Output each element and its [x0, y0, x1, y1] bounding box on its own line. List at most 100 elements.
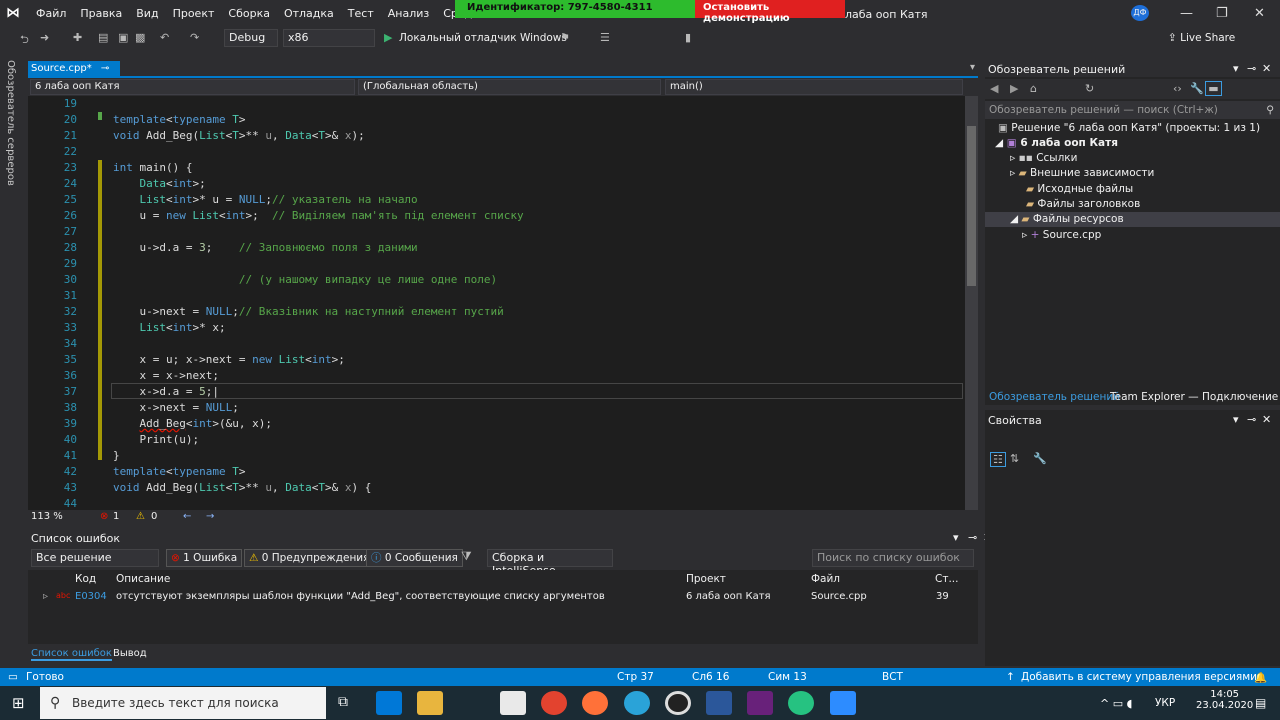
search-icon[interactable]: ⚲ — [1266, 101, 1274, 119]
se-back-icon[interactable]: ◀ — [990, 82, 998, 95]
menu-edit[interactable]: Правка — [80, 7, 122, 20]
solution-node[interactable]: ▣ Решение "6 лаба ооп Катя" (проекты: 1 … — [998, 121, 1260, 136]
menu-build[interactable]: Сборка — [228, 7, 270, 20]
panel-pin-icon[interactable]: ⊸ — [968, 531, 977, 544]
save-icon[interactable]: ▣ — [118, 31, 128, 44]
code-editor[interactable] — [28, 96, 965, 510]
expand-icon[interactable]: ▹ — [43, 591, 48, 602]
tree-item-external-deps[interactable]: ▹ ▰ Внешние зависимости — [1010, 166, 1154, 181]
action-center-icon[interactable]: ▤ — [1255, 696, 1266, 710]
live-share-button[interactable]: ⇪ Live Share — [1168, 32, 1235, 44]
alphabetical-icon[interactable]: ⇅ — [1010, 452, 1019, 465]
se-code-icon[interactable]: ‹› — [1173, 82, 1182, 95]
firefox-icon[interactable] — [582, 691, 608, 715]
config-dropdown[interactable]: Debug — [224, 29, 278, 47]
col-code[interactable]: Код — [75, 573, 96, 585]
toolbar-misc-icon[interactable]: ⚑ — [560, 31, 570, 44]
se-home-icon[interactable]: ⌂ — [1030, 82, 1037, 95]
se-sync-icon[interactable]: ↻ — [1085, 82, 1094, 95]
tray-icons[interactable]: ^ ▭ ◖ — [1100, 697, 1132, 710]
tab-team-explorer[interactable]: Team Explorer — Подключение — [1110, 391, 1278, 403]
menu-project[interactable]: Проект — [173, 7, 215, 20]
chrome-icon[interactable] — [541, 691, 567, 715]
maximize-icon[interactable]: ❐ — [1216, 6, 1228, 21]
se-menu-icon[interactable]: ▾ — [1233, 62, 1239, 75]
debugger-button[interactable]: Локальный отладчик Windows — [399, 32, 567, 44]
error-count-icon[interactable]: ⊗ — [100, 511, 108, 522]
tree-item-header-files[interactable]: ▰ Файлы заголовков — [1026, 197, 1140, 212]
collapse-icon[interactable]: ▹ — [1022, 229, 1027, 241]
tab-error-list[interactable]: Список ошибок — [31, 648, 112, 661]
tab-solution-explorer[interactable]: Обозреватель решений — [989, 391, 1120, 403]
panel-dropdown-icon[interactable]: ▾ — [953, 531, 959, 544]
redo-icon[interactable]: ↷ — [190, 31, 199, 44]
scope-dropdown[interactable]: Все решение — [31, 549, 159, 567]
telegram-icon[interactable] — [624, 691, 650, 715]
open-icon[interactable]: ▤ — [98, 31, 108, 44]
categorized-icon[interactable]: ☷ — [990, 452, 1006, 467]
menu-view[interactable]: Вид — [136, 7, 158, 20]
props-pin-icon[interactable]: ⊸ — [1247, 413, 1256, 426]
tree-item-source-files[interactable]: ▰ Исходные файлы — [1026, 182, 1133, 197]
col-line[interactable]: Ст... — [935, 573, 958, 585]
add-to-source-control[interactable]: Добавить в систему управления версиями — [1021, 671, 1257, 683]
expand-icon[interactable]: ◢ — [1010, 213, 1018, 225]
se-collapse-icon[interactable]: ▬ — [1205, 81, 1222, 96]
bookmark-icon[interactable]: ▮ — [685, 31, 691, 44]
member-dropdown[interactable]: main() — [665, 79, 963, 95]
taskbar-search-input[interactable]: ⚲ Введите здесь текст для поиска — [40, 687, 326, 719]
recorder-icon[interactable] — [665, 691, 691, 715]
windows-start-icon[interactable]: ⊞ — [12, 694, 25, 712]
zoom-icon[interactable] — [830, 691, 856, 715]
solution-search-input[interactable]: Обозреватель решений — поиск (Ctrl+ж) ⚲ — [985, 101, 1280, 119]
se-pin-icon[interactable]: ⊸ — [1247, 62, 1256, 75]
format-icon[interactable]: ☰ — [600, 31, 610, 44]
project-scope-dropdown[interactable]: 6 лаба ооп Катя — [30, 79, 355, 95]
stop-sharing-button[interactable]: Остановить демонстрацию — [695, 0, 845, 24]
server-explorer-tab[interactable]: Обозреватель серверов — [5, 60, 16, 186]
collapse-icon[interactable]: ▹ — [1010, 152, 1015, 164]
col-project[interactable]: Проект — [686, 573, 726, 585]
editor-scroll-thumb[interactable] — [967, 126, 976, 286]
visual-studio-icon[interactable] — [747, 691, 773, 715]
task-view-icon[interactable]: ⧉ — [338, 694, 348, 710]
language-indicator[interactable]: УКР — [1155, 697, 1175, 709]
user-avatar[interactable]: ДФ — [1131, 5, 1149, 21]
menu-test[interactable]: Тест — [348, 7, 374, 20]
zoom-level[interactable]: 113 % — [31, 511, 63, 522]
clock[interactable]: 14:05 23.04.2020 — [1196, 689, 1253, 711]
tree-item-resource-files[interactable]: ◢ ▰ Файлы ресурсов — [985, 212, 1280, 227]
file-explorer-icon[interactable] — [417, 691, 443, 715]
save-all-icon[interactable]: ▩ — [135, 31, 145, 44]
tree-item-source-cpp[interactable]: ▹ + Source.cpp — [1022, 228, 1101, 243]
props-menu-icon[interactable]: ▾ — [1233, 413, 1239, 426]
warnings-filter-button[interactable]: ⚠ 0 Предупреждения — [244, 549, 375, 567]
word-icon[interactable] — [706, 691, 732, 715]
table-row[interactable]: ▹ abc E0304 отсутствуют экземпляры шабло… — [28, 589, 978, 605]
tree-item-references[interactable]: ▹ ▪▪ Ссылки — [1010, 151, 1077, 166]
col-file[interactable]: Файл — [811, 573, 840, 585]
project-node[interactable]: ◢ ▣ 6 лаба ооп Катя — [995, 136, 1118, 151]
col-description[interactable]: Описание — [116, 573, 170, 585]
props-close-icon[interactable]: ✕ — [1262, 413, 1271, 426]
menu-analyze[interactable]: Анализ — [388, 7, 430, 20]
notifications-icon[interactable]: 🔔 — [1254, 671, 1267, 684]
tab-output[interactable]: Вывод — [113, 648, 147, 659]
minimize-icon[interactable]: — — [1180, 6, 1193, 21]
expand-icon[interactable]: ◢ — [995, 137, 1003, 149]
forward-icon[interactable]: ➜ — [40, 31, 49, 44]
filter-icon[interactable]: ⧩ — [461, 549, 472, 564]
se-properties-icon[interactable]: 🔧 — [1190, 82, 1204, 95]
errors-filter-button[interactable]: ⊗ 1 Ошибка — [166, 549, 243, 567]
global-scope-dropdown[interactable]: (Глобальная область) — [358, 79, 661, 95]
platform-dropdown[interactable]: x86 — [283, 29, 375, 47]
pin-icon[interactable]: ⊸ — [101, 63, 109, 74]
close-icon[interactable]: ✕ — [1254, 6, 1265, 21]
undo-icon[interactable]: ↶ — [160, 31, 169, 44]
property-pages-icon[interactable]: 🔧 — [1033, 452, 1047, 465]
start-debug-icon[interactable]: ▶ — [384, 31, 392, 44]
app-icon[interactable] — [788, 691, 814, 715]
status-insert-mode[interactable]: ВСТ — [882, 671, 903, 683]
se-forward-icon[interactable]: ▶ — [1010, 82, 1018, 95]
source-dropdown[interactable]: Сборка и IntelliSense — [487, 549, 613, 577]
